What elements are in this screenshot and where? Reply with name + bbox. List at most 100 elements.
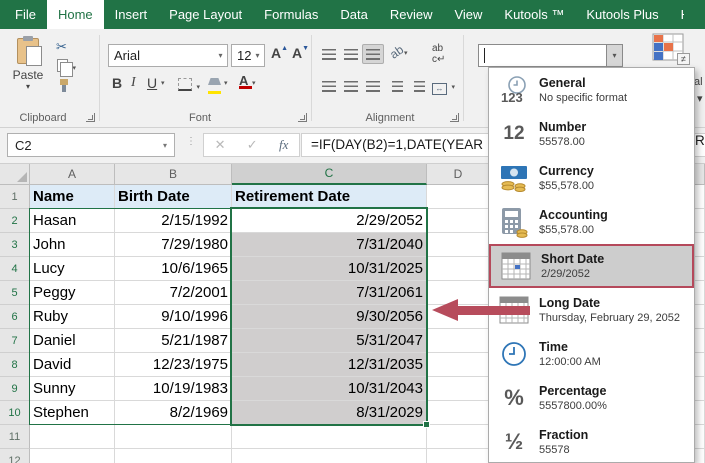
cell-c2-active[interactable]: 2/29/2052 — [232, 209, 427, 233]
cell-d8[interactable] — [427, 353, 490, 377]
tab-data[interactable]: Data — [329, 0, 378, 29]
cell-d2[interactable] — [427, 209, 490, 233]
cell-a9[interactable]: Sunny — [30, 377, 115, 401]
row-number[interactable]: 3 — [0, 233, 30, 257]
cell-c4[interactable]: 10/31/2025 — [232, 257, 427, 281]
align-left-button[interactable] — [318, 76, 340, 96]
cell-a6[interactable]: Ruby — [30, 305, 115, 329]
font-size-combobox[interactable]: 12 ▾ — [231, 44, 265, 67]
tab-home[interactable]: Home — [46, 0, 104, 29]
underline-dropdown-arrow[interactable]: ▾ — [161, 79, 165, 87]
number-format-combobox[interactable]: ▾ — [478, 44, 623, 67]
cell-d3[interactable] — [427, 233, 490, 257]
align-center-button[interactable] — [340, 76, 362, 96]
tab-review[interactable]: Review — [379, 0, 444, 29]
cell-d1[interactable] — [427, 185, 490, 209]
cell-b10[interactable]: 8/2/1969 — [115, 401, 232, 425]
borders-button[interactable]: ▾ — [178, 78, 200, 96]
cell-c12[interactable] — [232, 449, 427, 463]
cell-c3[interactable]: 7/31/2040 — [232, 233, 427, 257]
tab-file[interactable]: File — [4, 0, 47, 29]
tab-formulas[interactable]: Formulas — [253, 0, 329, 29]
fill-color-button[interactable] — [208, 75, 221, 94]
cell-a8[interactable]: David — [30, 353, 115, 377]
tab-kutools[interactable]: Kutools ™ — [493, 0, 575, 29]
cell-c7[interactable]: 5/31/2047 — [232, 329, 427, 353]
cut-button[interactable]: ✂ — [56, 39, 86, 56]
format-option-currency[interactable]: Currency $55,578.00 — [489, 156, 694, 200]
tab-help-partial[interactable]: He — [670, 0, 684, 29]
underline-button[interactable]: U — [147, 75, 157, 91]
format-option-fraction[interactable]: ½ Fraction 55578 — [489, 420, 694, 463]
cell-a12[interactable] — [30, 449, 115, 463]
tab-insert[interactable]: Insert — [104, 0, 159, 29]
align-right-button[interactable] — [362, 76, 384, 96]
cell-c11[interactable] — [232, 425, 427, 449]
cell-c6[interactable]: 9/30/2056 — [232, 305, 427, 329]
format-option-accounting[interactable]: Accounting $55,578.00 — [489, 200, 694, 244]
cell-d12[interactable] — [427, 449, 490, 463]
row-number[interactable]: 1 — [0, 185, 30, 209]
cell-b7[interactable]: 5/21/1987 — [115, 329, 232, 353]
fill-color-dropdown-arrow[interactable]: ▾ — [224, 79, 228, 87]
format-option-general[interactable]: 123 General No specific format — [489, 68, 694, 112]
grow-font-button[interactable]: A▲ — [271, 45, 288, 61]
cell-c5[interactable]: 7/31/2061 — [232, 281, 427, 305]
cell-a10[interactable]: Stephen — [30, 401, 115, 425]
insert-function-button[interactable]: fx — [279, 137, 288, 153]
shrink-font-button[interactable]: A▼ — [292, 45, 309, 61]
cell-b1[interactable]: Birth Date — [115, 185, 232, 209]
bold-button[interactable]: B — [112, 75, 122, 91]
cell-a5[interactable]: Peggy — [30, 281, 115, 305]
cell-b9[interactable]: 10/19/1983 — [115, 377, 232, 401]
cell-a4[interactable]: Lucy — [30, 257, 115, 281]
cell-b4[interactable]: 10/6/1965 — [115, 257, 232, 281]
col-header-d[interactable]: D — [427, 164, 490, 185]
font-color-button[interactable]: A — [239, 73, 252, 89]
cell-a1[interactable]: Name — [30, 185, 115, 209]
cell-a3[interactable]: John — [30, 233, 115, 257]
number-format-dropdown-arrow[interactable]: ▾ — [606, 45, 622, 66]
font-name-combobox[interactable]: Arial ▾ — [108, 44, 228, 67]
font-dialog-launcher[interactable] — [298, 113, 307, 122]
format-option-time[interactable]: Time 12:00:00 AM — [489, 332, 694, 376]
tab-kutools-plus[interactable]: Kutools Plus — [575, 0, 669, 29]
row-number[interactable]: 4 — [0, 257, 30, 281]
cell-d4[interactable] — [427, 257, 490, 281]
row-number[interactable]: 10 — [0, 401, 30, 425]
cell-a2[interactable]: Hasan — [30, 209, 115, 233]
tab-view[interactable]: View — [443, 0, 493, 29]
cell-b3[interactable]: 7/29/1980 — [115, 233, 232, 257]
select-all-corner[interactable] — [0, 164, 30, 185]
top-align-button[interactable] — [318, 44, 340, 64]
cell-b6[interactable]: 9/10/1996 — [115, 305, 232, 329]
cell-b8[interactable]: 12/23/1975 — [115, 353, 232, 377]
cell-a11[interactable] — [30, 425, 115, 449]
name-box-dropdown-arrow[interactable]: ▾ — [156, 141, 174, 150]
middle-align-button[interactable] — [340, 44, 362, 64]
format-painter-button[interactable] — [58, 79, 70, 97]
fill-handle[interactable] — [423, 421, 430, 428]
tab-page-layout[interactable]: Page Layout — [158, 0, 253, 29]
cell-c9[interactable]: 10/31/2043 — [232, 377, 427, 401]
col-header-b[interactable]: B — [115, 164, 232, 185]
cell-a7[interactable]: Daniel — [30, 329, 115, 353]
cancel-entry-button[interactable]: ✕ — [215, 137, 226, 153]
cell-c8[interactable]: 12/31/2035 — [232, 353, 427, 377]
cell-d10[interactable] — [427, 401, 490, 425]
cell-b2[interactable]: 2/15/1992 — [115, 209, 232, 233]
copy-button[interactable]: ▾ — [57, 59, 76, 77]
alignment-dialog-launcher[interactable] — [450, 113, 459, 122]
wrap-text-button[interactable]: ab c↵ — [432, 43, 445, 65]
cell-d7[interactable] — [427, 329, 490, 353]
row-number[interactable]: 8 — [0, 353, 30, 377]
col-header-c[interactable]: C — [232, 164, 427, 185]
italic-button[interactable]: I — [131, 75, 136, 91]
row-number[interactable]: 6 — [0, 305, 30, 329]
row-number[interactable]: 7 — [0, 329, 30, 353]
cell-c1[interactable]: Retirement Date — [232, 185, 427, 209]
increase-indent-button[interactable] — [408, 76, 430, 96]
confirm-entry-button[interactable]: ✓ — [247, 137, 258, 153]
row-number[interactable]: 11 — [0, 425, 30, 449]
bottom-align-button[interactable] — [362, 44, 384, 64]
